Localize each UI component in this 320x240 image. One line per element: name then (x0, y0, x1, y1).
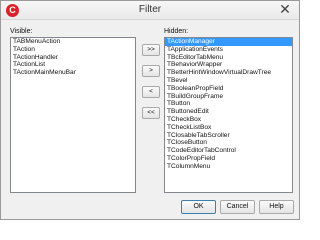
list-item[interactable]: TClosableTabScroller (165, 132, 292, 140)
list-item[interactable]: TColumnMenu (165, 163, 292, 171)
list-item[interactable]: TABMenuAction (11, 38, 135, 46)
list-item[interactable]: TCloseButton (165, 139, 292, 147)
list-item[interactable]: TBevel (165, 77, 292, 85)
list-item[interactable]: TActionManager (165, 38, 292, 46)
list-item[interactable]: TButtonedEdit (165, 108, 292, 116)
filter-dialog: C Filter ✕ Visible: TABMenuAction TAction… (0, 0, 300, 220)
list-item[interactable]: TBetterHintWindowVirtualDrawTree (165, 69, 292, 77)
list-item[interactable]: TActionMainMenuBar (11, 69, 135, 77)
move-all-right-button[interactable]: >> (142, 44, 160, 56)
list-item[interactable]: TBooleanPropField (165, 85, 292, 93)
list-item[interactable]: TActionHandler (11, 54, 135, 62)
cancel-button[interactable]: Cancel (220, 200, 255, 214)
ok-button[interactable]: OK (181, 200, 216, 214)
move-all-left-button[interactable]: << (142, 107, 160, 119)
list-item[interactable]: TCodeEditorTabControl (165, 147, 292, 155)
list-item[interactable]: TApplicationEvents (165, 46, 292, 54)
list-item[interactable]: TCheckListBox (165, 124, 292, 132)
list-item[interactable]: TBuildGroupFrame (165, 93, 292, 101)
hidden-label: Hidden: (164, 28, 189, 35)
help-button[interactable]: Help (259, 200, 294, 214)
list-item[interactable]: TActionList (11, 61, 135, 69)
hidden-listbox[interactable]: TActionManager TApplicationEvents TBcEdito… (164, 37, 293, 193)
close-icon[interactable]: ✕ (277, 2, 293, 18)
list-item[interactable]: TCheckBox (165, 116, 292, 124)
window-title: Filter (138, 4, 162, 15)
list-item[interactable]: TBcEditorTabMenu (165, 54, 292, 62)
list-item[interactable]: TColorPropField (165, 155, 292, 163)
title-bar[interactable]: C Filter ✕ (1, 1, 299, 20)
list-item[interactable]: TButton (165, 100, 292, 108)
list-item[interactable]: TAction (11, 46, 135, 54)
move-left-button[interactable]: < (142, 86, 160, 98)
visible-listbox[interactable]: TABMenuAction TAction TActionHandler TActio… (10, 37, 136, 193)
visible-label: Visible: (10, 28, 33, 35)
move-right-button[interactable]: > (142, 65, 160, 77)
list-item[interactable]: TBehaviorWrapper (165, 61, 292, 69)
